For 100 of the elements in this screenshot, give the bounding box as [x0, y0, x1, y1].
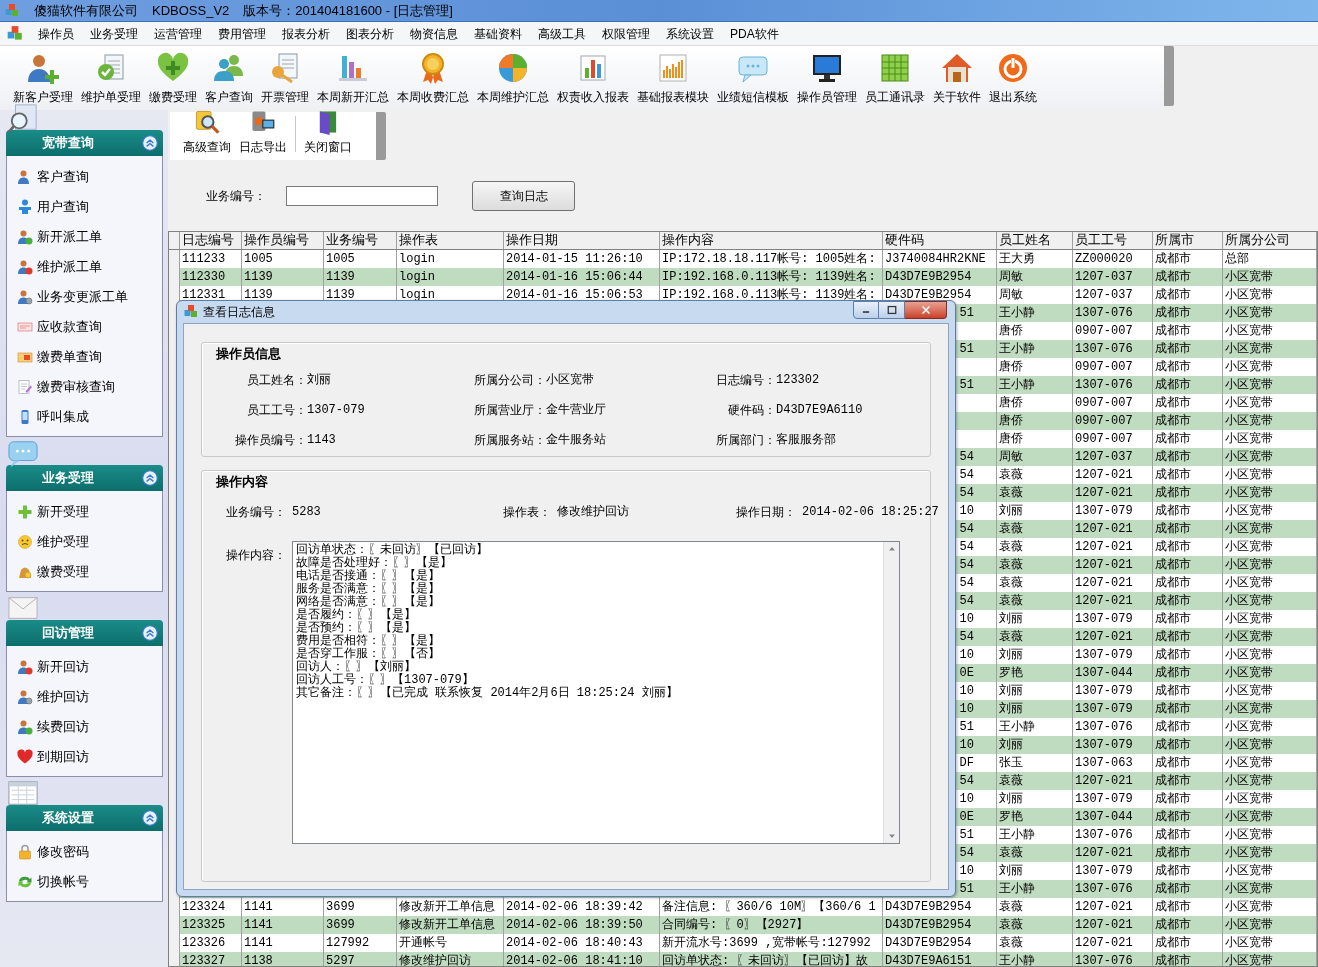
field-label: 操作表： [502, 504, 552, 521]
column-header[interactable]: 所属市 [1153, 232, 1223, 249]
menu-item[interactable]: 费用管理 [210, 22, 274, 45]
toolbar-button[interactable]: 新客户受理 [10, 52, 76, 106]
pie-chart-icon [497, 52, 529, 84]
menu-item[interactable]: 系统设置 [658, 22, 722, 45]
toolbar-button[interactable]: 员工通讯录 [862, 52, 928, 106]
sidebar-item[interactable]: 缴费审核查询 [7, 372, 162, 402]
sidebar-item[interactable]: 切换帐号 [7, 867, 162, 897]
sidebar-item[interactable]: 缴费受理 [7, 557, 162, 587]
column-header[interactable]: 日志编号 [180, 232, 242, 249]
sidebar-item[interactable]: 维护派工单 [7, 252, 162, 282]
table-cell-text: 54 [959, 773, 974, 790]
sidebar-item[interactable]: 新开受理 [7, 497, 162, 527]
heart-plus-icon [157, 52, 189, 84]
query-button[interactable]: 查询日志 [472, 180, 575, 211]
content-text-area[interactable]: 回访单状态：〖未回访〗【已回访】 故障是否处理好：〖〗【是】 电话是否接通：〖〗【是】 服务是否满意：〖〗【是】 网络是否满意：〖〗【是】 是否履约：〖〗【是】 是否预约：〖〗【是】 费用是否相符：〖〗【是】 是否穿工作服：〖〗【否】 回访人：〖〗【刘丽】 回访人工号：〖〗【1307-079】 其它备注：〖〗【已完成 联系恢复 2014年2月6日 18:25:24 刘丽】 [292, 541, 900, 844]
field-value: 刘丽 [307, 372, 332, 389]
sidebar-item[interactable]: 续费回访 [7, 712, 162, 742]
table-cell: 5297 [324, 952, 397, 966]
toolbar-button[interactable]: 权责收入报表 [554, 52, 632, 106]
sidebar-item[interactable]: 应收款查询 [7, 312, 162, 342]
field-label: 业务编号： [225, 504, 287, 521]
minimize-button[interactable] [853, 301, 879, 319]
field-label: 操作日期： [735, 504, 797, 521]
column-header[interactable]: 员工姓名 [997, 232, 1073, 249]
smiley-icon [17, 534, 33, 550]
toolbar-button[interactable]: 基础报表模块 [634, 52, 712, 106]
toolbar-button[interactable]: 退出系统 [986, 52, 1040, 106]
toolbar-button[interactable]: 业绩短信模板 [714, 52, 792, 106]
panel-header[interactable]: 业务受理 [6, 465, 163, 491]
column-header[interactable]: 员工工号 [1073, 232, 1153, 249]
close-button[interactable] [905, 301, 947, 319]
menu-item[interactable]: 操作员 [30, 22, 82, 45]
app-logo-icon [4, 2, 20, 19]
sidebar-item[interactable]: 用户查询 [7, 192, 162, 222]
person-icon [17, 689, 33, 705]
toolbar-overflow-handle[interactable] [376, 112, 386, 160]
panel-title: 系统设置 [42, 809, 94, 828]
panel-header[interactable]: 系统设置 [6, 805, 163, 831]
scroll-down-icon [887, 832, 896, 840]
scrollbar[interactable] [883, 542, 899, 843]
toolbar-button[interactable]: 客户查询 [202, 52, 256, 106]
column-header[interactable]: 操作表 [397, 232, 504, 249]
sidebar-item[interactable]: 到期回访 [7, 742, 162, 772]
column-header[interactable]: 操作内容 [660, 232, 883, 249]
sidebar-item[interactable]: 维护回访 [7, 682, 162, 712]
sidebar-item[interactable]: 新开派工单 [7, 222, 162, 252]
sidebar-item[interactable]: 呼叫集成 [7, 402, 162, 432]
toolbar-button[interactable]: 关于软件 [930, 52, 984, 106]
version-label: 版本号：201404181600 - [日志管理] [243, 1, 453, 20]
toolbar-button[interactable]: 日志导出 [236, 109, 290, 156]
power-icon [997, 52, 1029, 84]
menu-item[interactable]: 基础资料 [466, 22, 530, 45]
table-cell-text: 54 [959, 449, 974, 466]
menu-item[interactable]: PDA软件 [722, 22, 787, 45]
column-header[interactable]: 硬件码 [883, 232, 997, 249]
toolbar-button[interactable]: 开票管理 [258, 52, 312, 106]
menu-item[interactable]: 权限管理 [594, 22, 658, 45]
search-field[interactable] [286, 185, 438, 206]
table-cell: D43D7E9A6151 [883, 952, 997, 966]
field-label: 硬件码： [727, 402, 776, 419]
toolbar-button[interactable]: 本周维护汇总 [474, 52, 552, 106]
toolbar-button[interactable]: 缴费受理 [146, 52, 200, 106]
table-cell-text: 54 [959, 629, 974, 646]
app-logo-icon [6, 24, 24, 43]
field-label: 所属服务站： [473, 432, 546, 449]
sidebar-item[interactable]: 维护受理 [7, 527, 162, 557]
table-cell: 小区宽带 [1223, 952, 1317, 966]
column-header[interactable]: 业务编号 [324, 232, 397, 249]
column-header[interactable]: 操作员编号 [242, 232, 324, 249]
menu-item[interactable]: 报表分析 [274, 22, 338, 45]
table-cell-text: 0E [959, 665, 974, 682]
sidebar-item[interactable]: 客户查询 [7, 162, 162, 192]
maximize-button[interactable] [879, 301, 905, 319]
toolbar-button[interactable]: 维护单受理 [78, 52, 144, 106]
menu-item[interactable]: 物资信息 [402, 22, 466, 45]
column-header[interactable]: 所属分公司 [1223, 232, 1317, 249]
lock-icon [17, 844, 33, 860]
toolbar-button[interactable]: 本周收费汇总 [394, 52, 472, 106]
menu-item[interactable]: 高级工具 [530, 22, 594, 45]
toolbar-button[interactable]: 本周新开汇总 [314, 52, 392, 106]
panel-header[interactable]: 宽带查询 [6, 130, 163, 156]
menu-item[interactable]: 运营管理 [146, 22, 210, 45]
field-label: 所属营业厅： [473, 402, 546, 419]
sidebar-item[interactable]: 新开回访 [7, 652, 162, 682]
sidebar-item[interactable]: 业务变更派工单 [7, 282, 162, 312]
column-header[interactable]: 操作日期 [504, 232, 660, 249]
toolbar-overflow-handle[interactable] [1164, 46, 1174, 106]
menu-item[interactable]: 图表分析 [338, 22, 402, 45]
field-label: 所属部门： [715, 432, 776, 449]
panel-header[interactable]: 回访管理 [6, 620, 163, 646]
toolbar-button[interactable]: 高级查询 [180, 109, 234, 156]
spreadsheet-icon [879, 52, 911, 84]
sidebar-item[interactable]: 缴费单查询 [7, 342, 162, 372]
toolbar-button[interactable]: 操作员管理 [794, 52, 860, 106]
sidebar-item[interactable]: 修改密码 [7, 837, 162, 867]
field-value: D43D7E9A6110 [776, 402, 864, 419]
toolbar-button[interactable]: 关闭窗口 [301, 109, 355, 156]
menu-item[interactable]: 业务受理 [82, 22, 146, 45]
